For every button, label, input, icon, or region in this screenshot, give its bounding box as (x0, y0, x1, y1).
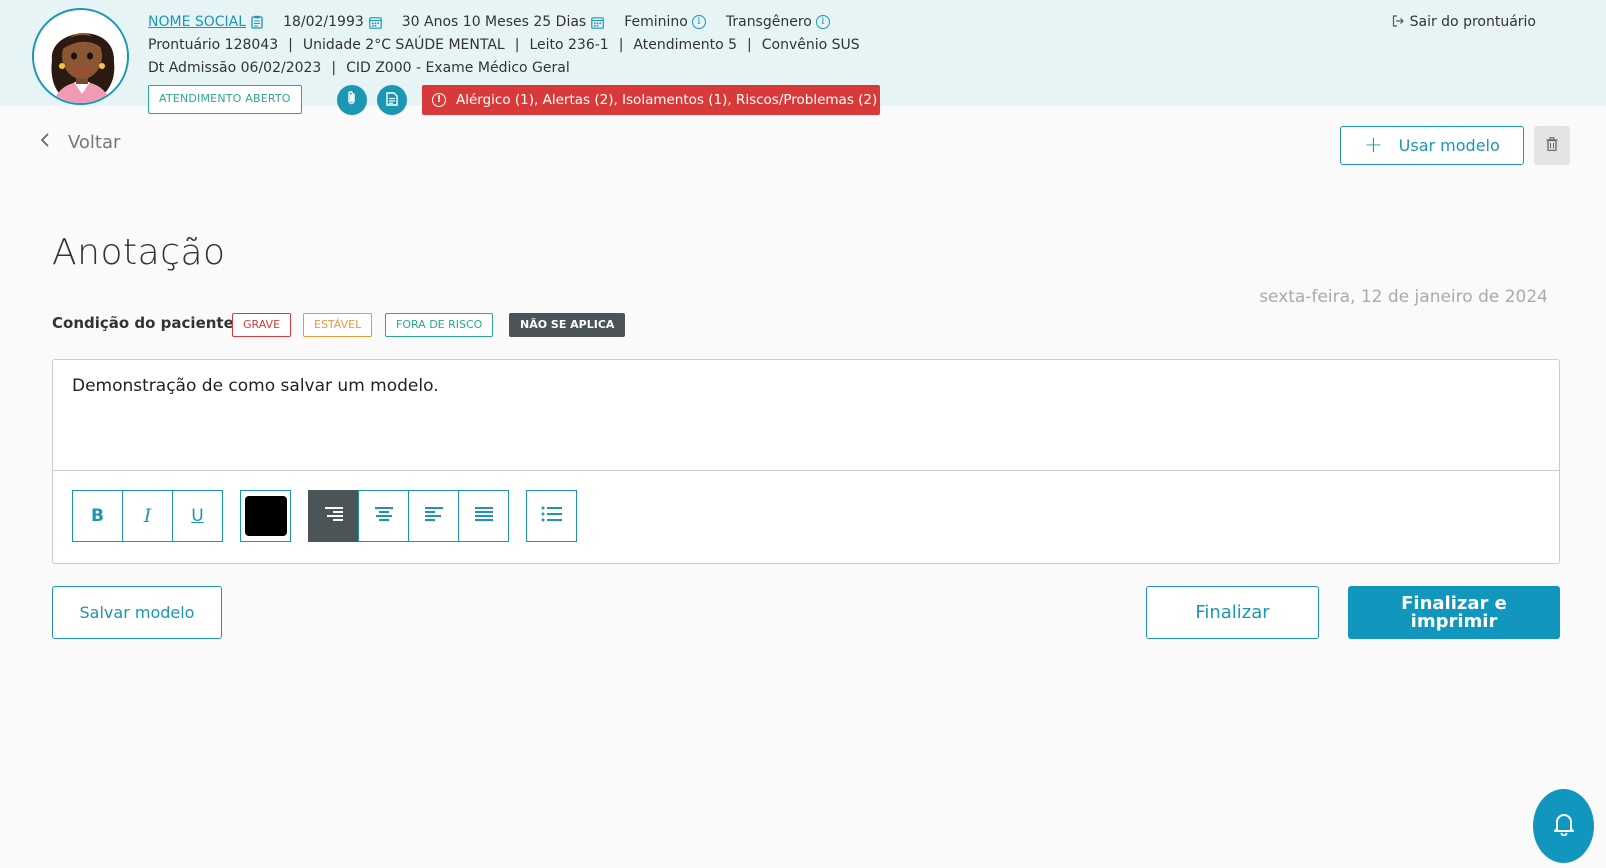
list-icon (541, 506, 563, 527)
patient-header: NOME SOCIAL 18/02/1993 30 Anos 10 Meses … (0, 0, 1606, 115)
editor-divider (53, 470, 1559, 471)
calendar-icon (591, 16, 605, 29)
use-model-label: Usar modelo (1398, 136, 1500, 155)
calendar-icon (368, 16, 382, 29)
align-left-icon (424, 506, 444, 527)
underline-label: U (191, 506, 204, 526)
use-model-button[interactable]: + Usar modelo (1340, 126, 1524, 165)
patient-info-line-2: Prontuário 128043 | Unidade 2°C SAÚDE ME… (148, 37, 860, 53)
exit-icon (1392, 14, 1404, 30)
save-model-button[interactable]: Salvar modelo (52, 586, 222, 639)
condition-label: Condição do paciente: (52, 314, 240, 332)
clinical-alerts-bar[interactable]: ! Alérgico (1), Alertas (2), Isolamentos… (422, 85, 880, 115)
bed-number: Leito 236-1 (529, 37, 609, 53)
italic-button[interactable]: I (122, 490, 173, 542)
patient-info-line-3: Dt Admissão 06/02/2023 | CID Z000 - Exam… (148, 60, 570, 76)
exit-record-link[interactable]: Sair do prontuário (1392, 14, 1536, 30)
birth-date: 18/02/1993 (283, 14, 364, 30)
patient-age: 30 Anos 10 Meses 25 Dias (401, 14, 587, 30)
underline-button[interactable]: U (172, 490, 223, 542)
color-swatch (244, 496, 287, 536)
separator: | (747, 37, 752, 53)
clipboard-icon[interactable] (251, 15, 263, 29)
notifications-button[interactable] (1533, 789, 1594, 863)
align-justify-icon (474, 506, 494, 527)
insurance: Convênio SUS (761, 37, 860, 53)
text-color-picker[interactable] (240, 490, 291, 542)
finalize-button[interactable]: Finalizar (1146, 586, 1319, 639)
delete-button[interactable] (1534, 126, 1570, 165)
attachment-button[interactable] (337, 85, 367, 115)
exit-label: Sair do prontuário (1409, 14, 1536, 30)
avatar-illustration (34, 10, 127, 103)
condition-nao-se-aplica[interactable]: NÃO SE APLICA (509, 313, 626, 337)
info-icon[interactable]: i (815, 15, 830, 29)
separator: | (331, 60, 337, 76)
separator: | (288, 37, 293, 53)
align-right-icon (324, 506, 344, 527)
editor-text-area[interactable]: Demonstração de como salvar um modelo. (72, 376, 439, 396)
back-label: Voltar (68, 132, 121, 153)
condition-estavel[interactable]: ESTÁVEL (303, 313, 373, 337)
social-name-link[interactable]: NOME SOCIAL (148, 14, 246, 30)
condition-grave[interactable]: GRAVE (232, 313, 292, 337)
align-center-button[interactable] (358, 490, 409, 542)
document-button[interactable] (377, 85, 407, 115)
patient-gender: Feminino (624, 14, 688, 30)
info-icon[interactable]: i (691, 15, 706, 29)
attendance-number: Atendimento 5 (633, 37, 738, 53)
patient-identity: Transgênero (725, 14, 812, 30)
condition-fora-de-risco[interactable]: FORA DE RISCO (385, 313, 494, 337)
current-date: sexta-feira, 12 de janeiro de 2024 (1259, 287, 1548, 307)
page-title: Anotação (52, 232, 226, 273)
align-right-button[interactable] (308, 490, 359, 542)
trash-icon (1546, 136, 1558, 155)
bold-button[interactable]: B (72, 490, 123, 542)
record-number: Prontuário 128043 (148, 37, 279, 53)
alert-icon: ! (432, 93, 446, 107)
admission-date: Dt Admissão 06/02/2023 (148, 60, 322, 76)
separator: | (618, 37, 624, 53)
finalize-print-button[interactable]: Finalizar e imprimir (1348, 586, 1560, 639)
back-button[interactable]: Voltar (40, 132, 120, 153)
paperclip-icon (345, 90, 359, 110)
annotation-editor: Demonstração de como salvar um modelo. B… (52, 359, 1560, 564)
align-center-icon (374, 506, 394, 527)
alerts-text: Alérgico (1), Alertas (2), Isolamentos (… (456, 92, 878, 108)
bullet-list-button[interactable] (526, 490, 577, 542)
align-left-button[interactable] (408, 490, 459, 542)
italic-label: I (143, 505, 152, 527)
plus-icon: + (1364, 133, 1383, 158)
unit-name: Unidade 2°C SAÚDE MENTAL (302, 37, 505, 53)
bell-icon (1553, 812, 1575, 840)
patient-avatar (32, 8, 129, 105)
chevron-left-icon (40, 132, 50, 153)
bold-label: B (91, 506, 104, 526)
document-icon (386, 91, 398, 110)
separator: | (514, 37, 520, 53)
status-badge: ATENDIMENTO ABERTO (148, 85, 302, 114)
patient-info-line-1: NOME SOCIAL 18/02/1993 30 Anos 10 Meses … (148, 14, 830, 30)
cid-code: CID Z000 - Exame Médico Geral (346, 60, 570, 76)
align-justify-button[interactable] (458, 490, 509, 542)
